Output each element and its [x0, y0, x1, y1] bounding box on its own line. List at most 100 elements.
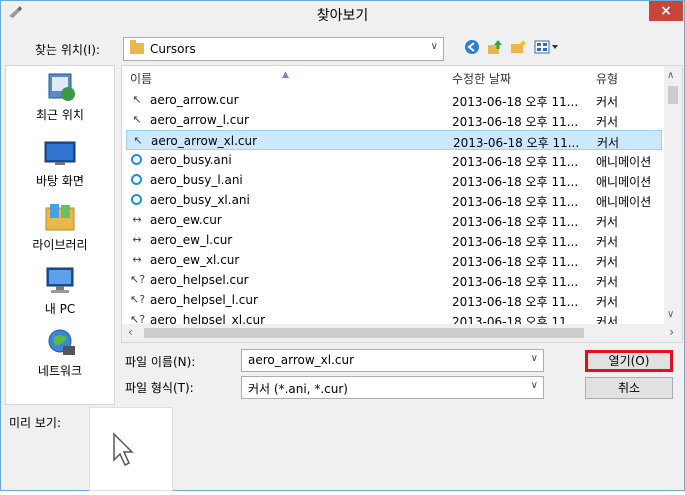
file-date: 2013-06-18 오후 11...: [452, 175, 579, 189]
file-row[interactable]: ↖ aero_arrow.cur 2013-06-18 오후 11... 커서: [126, 90, 662, 110]
file-list[interactable]: 이름 ▲ 수정한 날짜 유형 ↖ aero_arrow.cur 2013-06-18…: [121, 65, 683, 343]
sort-ascending-icon: ▲: [282, 70, 289, 80]
arrow-cursor-preview-icon: [113, 432, 134, 467]
file-date: 2013-06-18 오후 11...: [452, 155, 579, 169]
places-bar: 최근 위치 바탕 화면 라이브러리 내 PC 네트워크: [5, 65, 115, 405]
filename-input[interactable]: aero_arrow_xl.cur ∨: [241, 349, 544, 372]
place-desktop[interactable]: 바탕 화면: [6, 138, 114, 189]
place-network[interactable]: 네트워크: [6, 328, 114, 379]
horizontal-scroll-thumb[interactable]: [144, 328, 584, 338]
file-date: 2013-06-18 오후 11...: [452, 255, 579, 269]
scroll-up-icon[interactable]: ∧: [667, 70, 674, 81]
scroll-right-icon[interactable]: ›: [669, 325, 674, 339]
vertical-scroll-thumb[interactable]: [668, 86, 678, 104]
file-name: aero_ew_l.cur: [150, 233, 233, 247]
chevron-down-icon[interactable]: ∨: [531, 353, 538, 364]
file-row[interactable]: aero_busy_xl.ani 2013-06-18 오후 11... 애니메이션: [126, 190, 662, 210]
file-type: 커서: [596, 95, 619, 109]
view-menu-button[interactable]: [533, 39, 561, 57]
file-name: aero_arrow_l.cur: [150, 113, 249, 127]
vertical-scrollbar[interactable]: ∧ ∨: [664, 66, 682, 324]
file-type: 커서: [596, 215, 619, 229]
place-this-pc[interactable]: 내 PC: [6, 266, 114, 317]
file-row[interactable]: ↔ aero_ew.cur 2013-06-18 오후 11... 커서: [126, 210, 662, 230]
view-menu-icon: [534, 40, 558, 54]
file-type: 애니메이션: [596, 155, 652, 169]
folder-icon: [130, 40, 144, 54]
filetype-select[interactable]: 커서 (*.ani, *.cur) ∨: [241, 376, 544, 399]
file-type: 애니메이션: [596, 195, 652, 209]
arrow-cursor-icon: ↖: [133, 134, 143, 147]
desktop-icon: [44, 141, 76, 165]
file-name: aero_busy_l.ani: [150, 173, 243, 187]
column-date[interactable]: 수정한 날짜: [452, 70, 511, 87]
busy-icon: [131, 194, 142, 205]
chevron-down-icon: ∨: [530, 380, 538, 391]
file-row[interactable]: ↖? aero_helpsel.cur 2013-06-18 오후 11... 커서: [126, 270, 662, 290]
file-name: aero_ew_xl.cur: [150, 253, 240, 267]
file-date: 2013-06-18 오후 11...: [452, 195, 579, 209]
busy-icon: [131, 174, 142, 185]
file-name: aero_busy.ani: [150, 153, 232, 167]
column-name[interactable]: 이름: [130, 70, 152, 87]
file-name: aero_busy_xl.ani: [150, 193, 250, 207]
scroll-left-icon[interactable]: ‹: [128, 325, 133, 339]
preview-label: 미리 보기:: [9, 416, 62, 430]
open-file-dialog: 찾아보기 × 찾는 위치(I): Cursors ∨ 최근 위치 바탕 화면 라…: [0, 0, 685, 491]
file-name: aero_helpsel_l.cur: [150, 293, 258, 307]
file-row[interactable]: ↔ aero_ew_xl.cur 2013-06-18 오후 11... 커서: [126, 250, 662, 270]
file-date: 2013-06-18 오후 11...: [452, 215, 579, 229]
cancel-button[interactable]: 취소: [585, 377, 673, 399]
filename-value: aero_arrow_xl.cur: [248, 353, 355, 367]
up-folder-icon: [488, 40, 502, 54]
filetype-label: 파일 형식(T):: [125, 381, 194, 395]
file-row[interactable]: ↖ aero_arrow_l.cur 2013-06-18 오후 11... 커서: [126, 110, 662, 130]
place-libraries[interactable]: 라이브러리: [6, 202, 114, 253]
back-button[interactable]: [463, 39, 481, 57]
up-folder-button[interactable]: [486, 39, 504, 57]
lookin-label: 찾는 위치(I):: [35, 43, 100, 57]
help-cursor-icon: ↖?: [130, 293, 146, 306]
file-row[interactable]: ↖? aero_helpsel_l.cur 2013-06-18 오후 11... 커…: [126, 290, 662, 310]
file-row[interactable]: ↖ aero_arrow_xl.cur 2013-06-18 오후 11... 커서: [126, 130, 662, 150]
file-date: 2013-06-18 오후 11...: [452, 95, 579, 109]
scroll-down-icon[interactable]: ∨: [667, 309, 674, 320]
filename-label: 파일 이름(N):: [125, 355, 196, 369]
open-button[interactable]: 열기(O): [585, 350, 673, 372]
new-folder-button[interactable]: [509, 39, 527, 57]
new-folder-icon: [511, 40, 526, 53]
lookin-value: Cursors: [150, 42, 196, 56]
lookin-combobox[interactable]: Cursors ∨: [123, 37, 444, 61]
busy-icon: [131, 154, 142, 165]
file-type: 커서: [596, 115, 619, 129]
file-date: 2013-06-18 오후 11...: [452, 295, 579, 309]
ew-resize-icon: ↔: [132, 253, 142, 266]
place-desktop-label: 바탕 화면: [36, 174, 84, 188]
close-button[interactable]: ×: [649, 1, 683, 21]
file-date: 2013-06-18 오후 11...: [452, 115, 579, 129]
help-cursor-icon: ↖?: [130, 273, 146, 286]
place-recent[interactable]: 최근 위치: [6, 72, 114, 123]
title-bar[interactable]: 찾아보기 ×: [1, 1, 684, 27]
file-row[interactable]: ↔ aero_ew_l.cur 2013-06-18 오후 11... 커서: [126, 230, 662, 250]
file-type: 커서: [596, 275, 619, 289]
file-date: 2013-06-18 오후 11...: [452, 235, 579, 249]
file-list-header: 이름 ▲ 수정한 날짜 유형: [122, 66, 664, 88]
file-name: aero_ew.cur: [150, 213, 222, 227]
file-row[interactable]: aero_busy_l.ani 2013-06-18 오후 11... 애니메이션: [126, 170, 662, 190]
column-type[interactable]: 유형: [596, 70, 618, 87]
place-network-label: 네트워크: [37, 364, 83, 378]
file-type: 커서: [596, 295, 619, 309]
file-date: 2013-06-18 오후 11...: [453, 136, 580, 150]
preview-box: [89, 407, 173, 491]
network-icon: [48, 329, 75, 355]
window-title: 찾아보기: [316, 8, 369, 24]
arrow-cursor-icon: ↖: [132, 93, 142, 106]
file-type: 커서: [596, 235, 619, 249]
chevron-down-icon: ∨: [430, 41, 438, 52]
file-row[interactable]: aero_busy.ani 2013-06-18 오후 11... 애니메이션: [126, 150, 662, 170]
horizontal-scrollbar[interactable]: ‹ ›: [122, 324, 682, 342]
arrow-cursor-icon: ↖: [132, 113, 142, 126]
file-type: 커서: [596, 255, 619, 269]
place-libraries-label: 라이브러리: [32, 238, 88, 252]
